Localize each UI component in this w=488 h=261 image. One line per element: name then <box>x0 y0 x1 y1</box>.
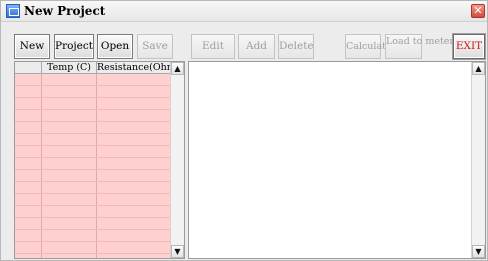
open-button[interactable]: Open <box>97 34 133 59</box>
title-bar: New Project ✕ <box>1 1 487 22</box>
calculate-button[interactable]: Calculate <box>345 34 392 59</box>
app-window-icon <box>6 4 20 18</box>
application-window: New Project ✕ New Project Open Save Edit… <box>0 0 488 261</box>
column-header-temp[interactable]: Temp (C) <box>42 62 97 73</box>
data-grid[interactable]: Temp (C) Resistance(Ohm) <box>15 62 170 258</box>
new-button[interactable]: New <box>14 34 50 59</box>
grid-body[interactable] <box>15 74 170 258</box>
table-scrollbar[interactable]: ▲ ▼ <box>170 62 184 258</box>
output-panel[interactable]: ▲ ▼ <box>188 61 486 259</box>
load-to-meter-button[interactable]: Load to meter <box>385 34 454 59</box>
chevron-up-icon[interactable]: ▲ <box>171 62 184 75</box>
column-header-resistance[interactable]: Resistance(Ohm) <box>97 62 170 73</box>
edit-button[interactable]: Edit <box>191 34 235 59</box>
close-icon[interactable]: ✕ <box>471 4 485 18</box>
chevron-up-icon[interactable]: ▲ <box>472 62 485 75</box>
window-title: New Project <box>24 4 106 18</box>
add-button[interactable]: Add <box>238 34 275 59</box>
data-table-panel: Temp (C) Resistance(Ohm) ▲ ▼ <box>14 61 185 259</box>
chevron-down-icon[interactable]: ▼ <box>171 245 184 258</box>
output-scrollbar[interactable]: ▲ ▼ <box>471 62 485 258</box>
delete-button[interactable]: Delete <box>278 34 314 59</box>
exit-button[interactable]: EXIT <box>453 34 485 59</box>
save-button[interactable]: Save <box>137 34 173 59</box>
project-button[interactable]: Project <box>54 34 94 59</box>
grid-header: Temp (C) Resistance(Ohm) <box>15 62 170 74</box>
chevron-down-icon[interactable]: ▼ <box>472 245 485 258</box>
row-header-column <box>15 62 42 73</box>
